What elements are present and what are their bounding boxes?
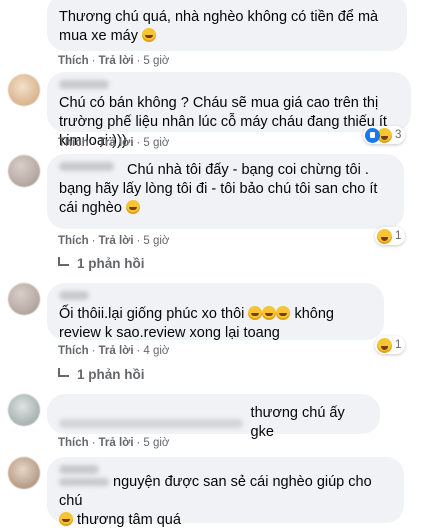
comment-bubble: Chú nhà tôi đấy - bạng coi chừng tôi . b… (47, 154, 404, 229)
comment-bubble: Ối thôii.lại giống phúc xo thôi không re… (47, 283, 384, 341)
reaction-summary[interactable]: 1 (375, 227, 406, 245)
avatar[interactable] (8, 74, 40, 106)
sad-emoji-icon (125, 200, 140, 214)
comment-time[interactable]: 4 giờ (143, 345, 169, 357)
reaction-count: 3 (395, 129, 402, 141)
blurred-author-name[interactable] (59, 418, 243, 428)
comment-actions: Thích · Trả lời · 5 giờ (58, 137, 170, 149)
comment-time[interactable]: 5 giờ (143, 235, 169, 247)
comment-actions: Thích · Trả lời · 4 giờ (58, 345, 170, 357)
blurred-author-name[interactable] (59, 291, 89, 300)
like-link[interactable]: Thích (58, 235, 89, 247)
comment-time[interactable]: 5 giờ (143, 55, 169, 67)
reply-link[interactable]: Trả lời (99, 235, 134, 247)
avatar[interactable] (8, 283, 40, 315)
reply-arrow-icon (58, 368, 69, 377)
comment-bubble: nguyện được san sẻ cái nghèo giúp cho ch… (47, 457, 404, 528)
comment-time[interactable]: 5 giờ (143, 437, 169, 449)
reaction-summary[interactable]: 1 (375, 336, 406, 354)
comment-text: Thương chú quá, nhà nghèo không có tiền … (59, 9, 379, 44)
comment-actions: Thích · Trả lời · 5 giờ (58, 437, 170, 449)
blurred-author-name[interactable] (59, 465, 99, 474)
comment-time[interactable]: 5 giờ (143, 137, 169, 149)
reply-link[interactable]: Trả lời (99, 437, 134, 449)
view-replies-link[interactable]: 1 phản hồi (58, 367, 145, 382)
reply-link[interactable]: Trả lời (99, 55, 134, 67)
comment-actions: Thích · Trả lời · 5 giờ (58, 55, 170, 67)
haha-reaction-icon (377, 228, 392, 244)
avatar[interactable] (8, 457, 40, 489)
reaction-summary[interactable]: 3 (363, 126, 406, 144)
sad-emoji-icon (59, 512, 73, 526)
like-link[interactable]: Thích (58, 55, 89, 67)
comment-bubble: Chú có bán không ? Cháu sẽ mua giá cao t… (47, 72, 411, 149)
haha-reaction-icon (377, 337, 392, 353)
comment-bubble: thương chú ấy gke (47, 394, 380, 440)
comment-text: Ối thôii.lại giống phúc xo thôi (59, 306, 245, 322)
laughing-emoji-icon (248, 306, 263, 320)
blurred-author-name[interactable] (59, 80, 109, 89)
view-replies-link[interactable]: 1 phản hồi (58, 256, 145, 271)
reaction-count: 1 (395, 339, 402, 351)
reply-arrow-icon (58, 257, 69, 266)
comment-text: thương chú ấy gke (250, 405, 345, 440)
comment-actions: Thích · Trả lời · 5 giờ (58, 235, 170, 247)
laughing-emoji-icon (276, 306, 291, 320)
like-link[interactable]: Thích (58, 345, 89, 357)
sad-emoji-icon (142, 28, 157, 42)
like-link[interactable]: Thích (58, 137, 89, 149)
avatar[interactable] (8, 394, 40, 426)
like-link[interactable]: Thích (58, 437, 89, 449)
reaction-count: 1 (395, 230, 402, 242)
reply-link[interactable]: Trả lời (99, 137, 134, 149)
comment-text-continued: thương tâm quá (77, 512, 181, 528)
blurred-author-name (59, 478, 109, 486)
laughing-emoji-icon (262, 306, 277, 320)
avatar[interactable] (8, 155, 40, 187)
comment-bubble: Thương chú quá, nhà nghèo không có tiền … (47, 0, 407, 51)
like-reaction-icon (365, 127, 380, 143)
reply-link[interactable]: Trả lời (99, 345, 134, 357)
blurred-author-name[interactable] (59, 162, 114, 171)
